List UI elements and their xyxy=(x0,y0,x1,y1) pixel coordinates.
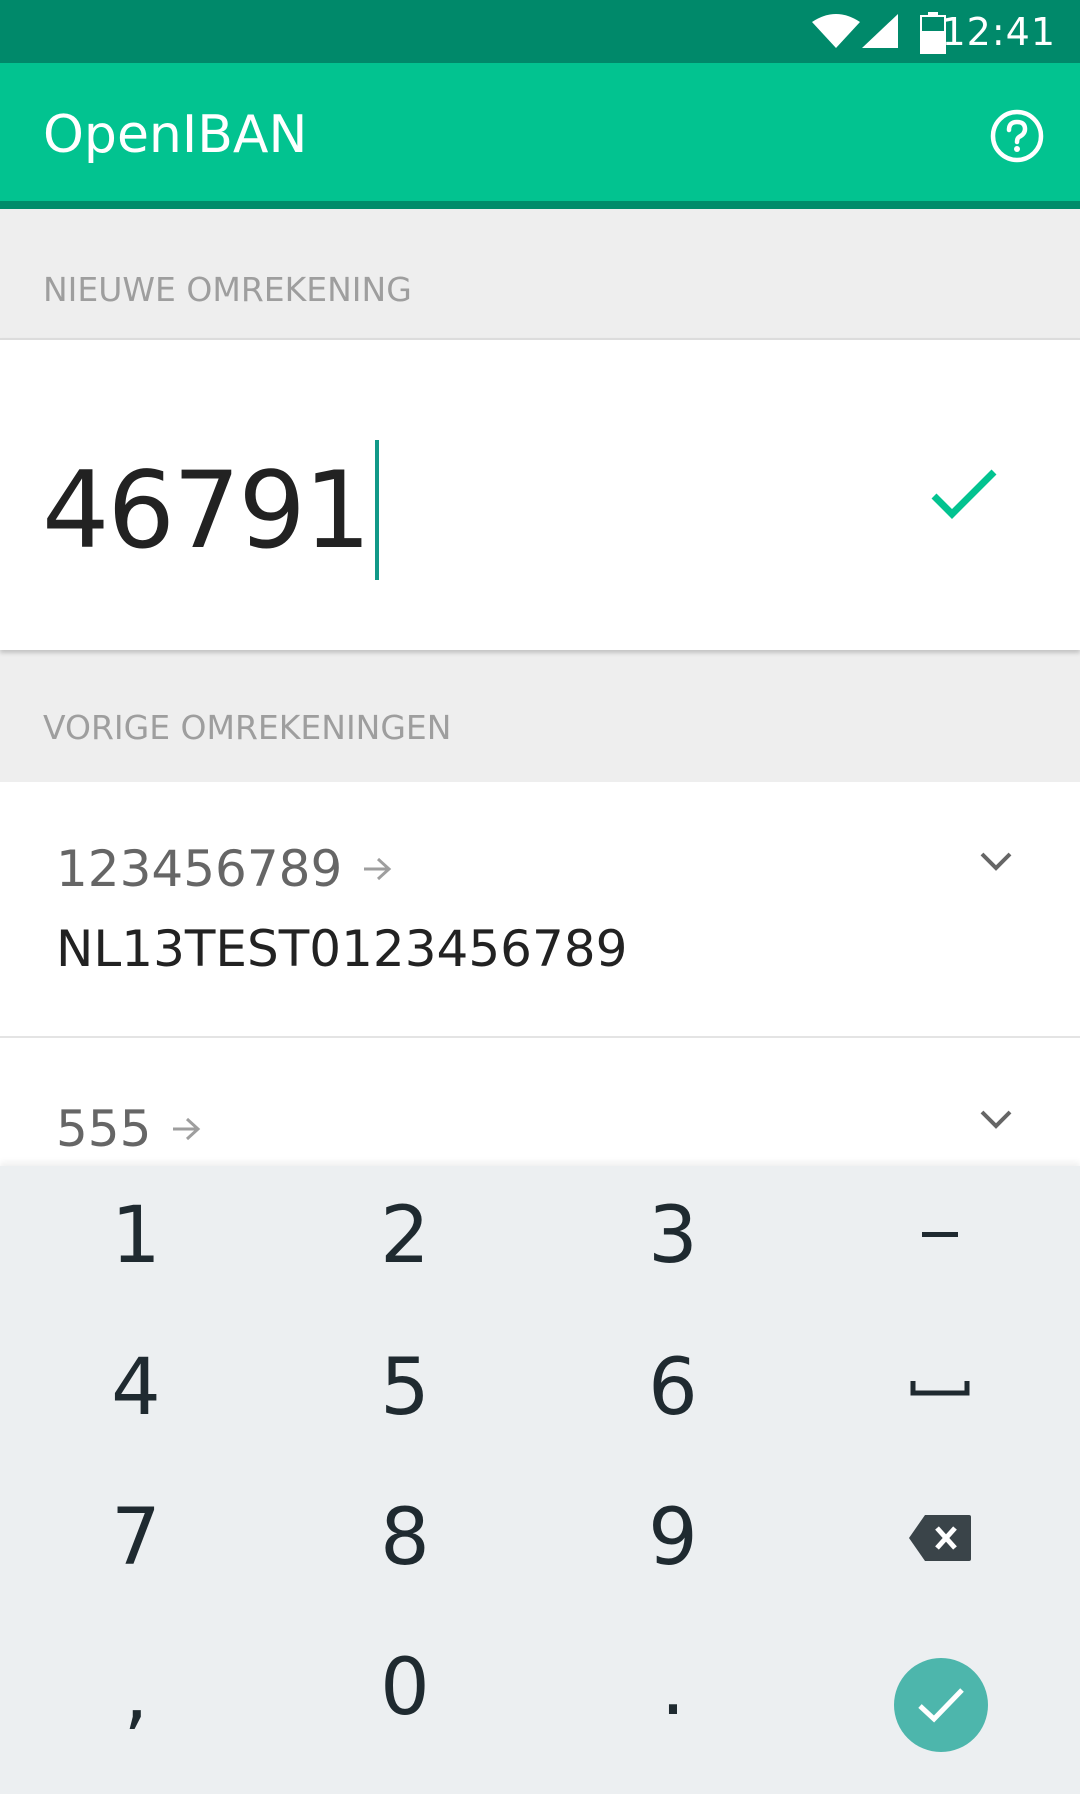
key-6[interactable]: 6 xyxy=(573,1318,773,1458)
wifi-icon xyxy=(812,14,860,48)
key-dash[interactable] xyxy=(840,1166,1040,1306)
history-from: 555 xyxy=(56,1100,201,1158)
input-card: 46791 xyxy=(0,338,1080,650)
backspace-icon xyxy=(909,1515,971,1561)
check-icon xyxy=(918,1688,964,1723)
cell-signal-icon xyxy=(862,14,898,48)
history-from-value: 123456789 xyxy=(56,840,343,898)
list-item[interactable]: 123456789 NL13TEST0123456789 xyxy=(0,782,1080,1036)
key-1[interactable]: 1 xyxy=(36,1166,236,1306)
space-icon xyxy=(910,1381,970,1396)
status-bar: 12:41 xyxy=(0,0,1080,63)
chevron-down-icon[interactable] xyxy=(978,1108,1014,1132)
account-number-input[interactable]: 46791 xyxy=(42,440,380,580)
app-bar: OpenIBAN xyxy=(0,63,1080,209)
history-from-value: 555 xyxy=(56,1100,152,1158)
key-backspace[interactable] xyxy=(840,1468,1040,1608)
list-item[interactable]: 555 xyxy=(0,1038,1080,1166)
key-8[interactable]: 8 xyxy=(305,1468,505,1608)
key-5[interactable]: 5 xyxy=(305,1318,505,1458)
help-circle-icon[interactable] xyxy=(990,109,1044,163)
key-period[interactable]: . xyxy=(573,1618,773,1758)
arrow-right-icon xyxy=(173,1117,201,1141)
text-cursor xyxy=(375,440,380,580)
dash-icon xyxy=(922,1232,958,1237)
key-0[interactable]: 0 xyxy=(305,1618,505,1758)
history-to-value: NL13TEST0123456789 xyxy=(56,920,628,978)
key-3[interactable]: 3 xyxy=(573,1166,773,1306)
arrow-right-icon xyxy=(364,857,392,881)
key-7[interactable]: 7 xyxy=(36,1468,236,1608)
numeric-keyboard: 1 2 3 4 5 6 7 8 9 , 0 . xyxy=(0,1166,1080,1794)
app-title: OpenIBAN xyxy=(43,105,308,165)
input-text: 46791 xyxy=(42,448,371,572)
status-time: 12:41 xyxy=(941,10,1056,54)
check-icon[interactable] xyxy=(930,468,998,520)
key-space[interactable] xyxy=(840,1318,1040,1458)
key-4[interactable]: 4 xyxy=(36,1318,236,1458)
key-enter[interactable] xyxy=(894,1658,988,1752)
key-2[interactable]: 2 xyxy=(305,1166,505,1306)
chevron-down-icon[interactable] xyxy=(978,850,1014,874)
key-comma[interactable]: , xyxy=(36,1624,236,1764)
history-from: 123456789 xyxy=(56,840,392,898)
key-9[interactable]: 9 xyxy=(573,1468,773,1608)
